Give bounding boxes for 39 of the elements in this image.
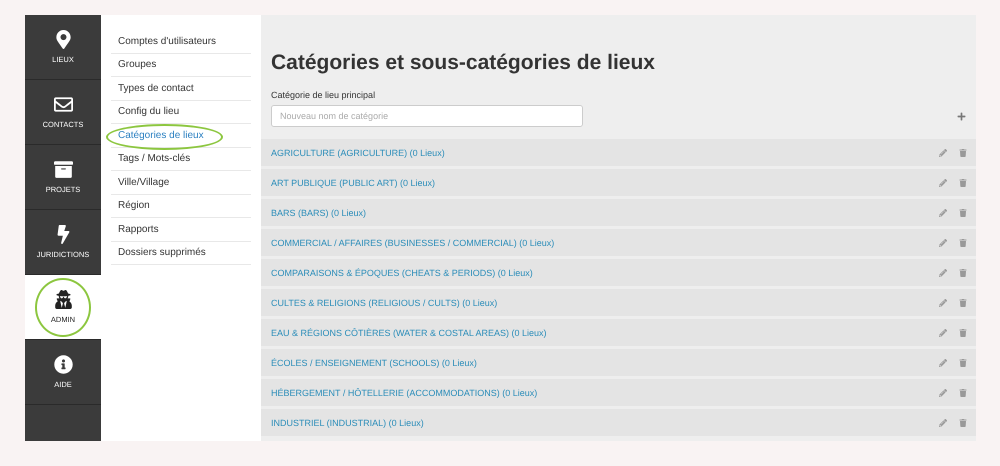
submenu-item[interactable]: Groupes <box>111 54 251 77</box>
delete-icon[interactable] <box>959 358 967 366</box>
edit-icon[interactable] <box>939 388 947 396</box>
archive-box-icon <box>54 160 72 179</box>
submenu-item[interactable]: Région <box>111 194 251 218</box>
delete-icon[interactable] <box>959 238 967 246</box>
submenu-item[interactable]: Rapports <box>111 218 251 242</box>
submenu-item[interactable]: Comptes d'utilisateurs <box>111 30 251 54</box>
submenu-item[interactable]: Catégories de lieux <box>111 124 251 148</box>
delete-icon[interactable] <box>959 178 967 186</box>
edit-icon[interactable] <box>939 358 947 366</box>
map-pin-icon <box>54 30 72 49</box>
edit-icon[interactable] <box>939 418 947 426</box>
submenu-item[interactable]: Tags / Mots-clés <box>111 148 251 171</box>
submenu-item[interactable]: Dossiers supprimés <box>111 242 251 265</box>
edit-icon[interactable] <box>939 328 947 336</box>
edit-icon[interactable] <box>939 298 947 306</box>
field-label: Catégorie de lieu principal <box>271 90 376 100</box>
edit-icon[interactable] <box>939 208 947 216</box>
edit-icon[interactable] <box>939 148 947 156</box>
delete-icon[interactable] <box>959 148 967 156</box>
edit-icon[interactable] <box>939 238 947 246</box>
edit-icon[interactable] <box>939 178 947 186</box>
envelope-icon <box>54 95 72 114</box>
delete-icon[interactable] <box>959 388 967 396</box>
delete-icon[interactable] <box>959 298 967 306</box>
delete-icon[interactable] <box>959 208 967 216</box>
submenu-item[interactable]: Config du lieu <box>111 100 251 124</box>
submenu-item[interactable]: Types de contact <box>111 77 251 100</box>
edit-icon[interactable] <box>939 268 947 276</box>
spy-icon <box>54 290 72 309</box>
delete-icon[interactable] <box>959 328 967 336</box>
delete-icon[interactable] <box>959 418 967 426</box>
page-title: Catégories et sous-catégories de lieux <box>271 51 656 75</box>
submenu-item[interactable]: Ville/Village <box>111 171 251 194</box>
category-name-field[interactable]: Nouveau nom de catégorie <box>271 105 583 127</box>
delete-icon[interactable] <box>959 268 967 276</box>
add-icon[interactable] <box>957 112 966 120</box>
info-icon <box>54 355 72 374</box>
